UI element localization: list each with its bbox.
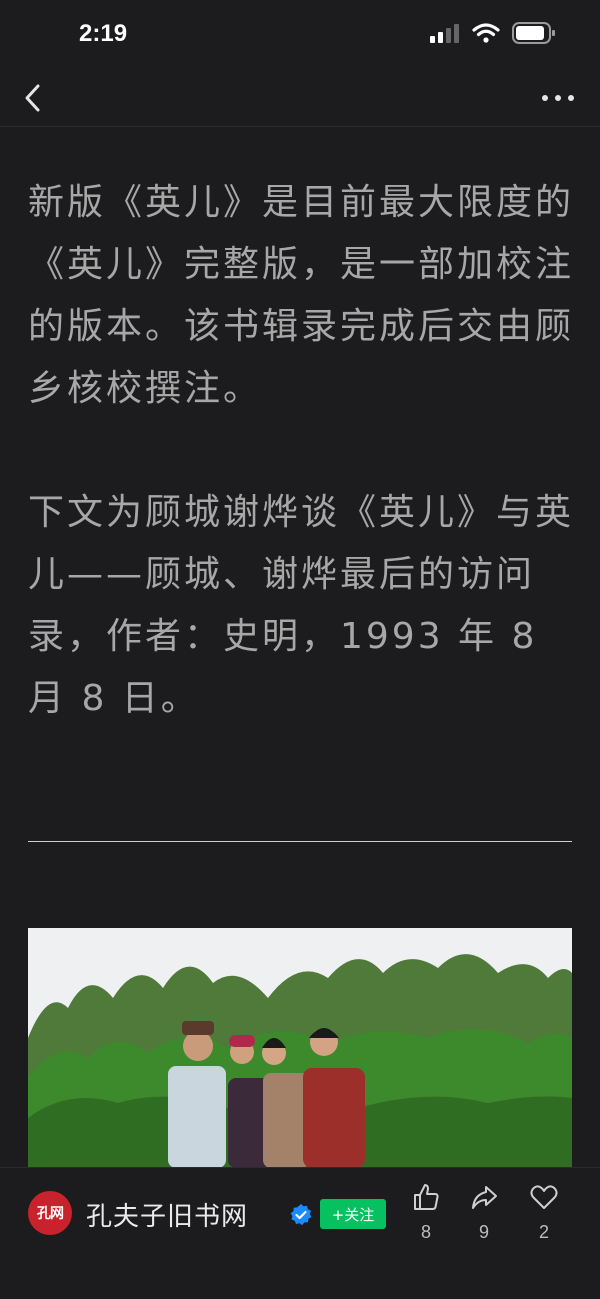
more-button[interactable]: [540, 84, 576, 112]
divider: [28, 841, 572, 842]
battery-icon: [512, 22, 555, 44]
nav-bar: [0, 70, 600, 127]
back-button[interactable]: [18, 78, 50, 118]
share-count: 9: [478, 1222, 489, 1242]
author-avatar[interactable]: 孔网: [28, 1191, 72, 1235]
bottom-bar: 孔网 孔夫子旧书网 +关注 8 9 2: [0, 1167, 600, 1299]
like-count: 8: [420, 1222, 431, 1242]
verified-badge-icon: [290, 1204, 312, 1226]
chevron-left-icon: [25, 84, 40, 112]
follow-button[interactable]: +关注: [320, 1199, 386, 1229]
share-arrow-icon: [472, 1186, 497, 1209]
author-name[interactable]: 孔夫子旧书网: [86, 1196, 248, 1233]
status-bar: 2:19: [0, 0, 600, 70]
heart-icon: [530, 1185, 558, 1209]
more-icon: [542, 95, 574, 101]
group-photo-image: [28, 928, 572, 1168]
article-photo[interactable]: [28, 928, 572, 1168]
like-button[interactable]: 8: [406, 1182, 446, 1243]
signal-icon: [430, 24, 459, 43]
favorite-count: 2: [538, 1222, 549, 1242]
wifi-icon: [472, 23, 500, 43]
thumbs-up-icon: [414, 1184, 439, 1210]
status-icons: [430, 22, 556, 44]
status-time: 2:19: [79, 20, 128, 47]
article-body: 新版《英儿》是目前最大限度的《英儿》完整版，是一部加校注的版本。该书辑录完成后交…: [28, 172, 576, 792]
article-paragraph: 下文为顾城谢烨谈《英儿》与英儿——顾城、谢烨最后的访问录，作者：史明，1993 …: [28, 492, 575, 719]
share-button[interactable]: 9: [464, 1182, 504, 1243]
favorite-button[interactable]: 2: [524, 1182, 564, 1243]
article-paragraph: 新版《英儿》是目前最大限度的《英儿》完整版，是一部加校注的版本。该书辑录完成后交…: [28, 182, 575, 409]
avatar-logo-text: 孔网: [37, 1206, 64, 1222]
